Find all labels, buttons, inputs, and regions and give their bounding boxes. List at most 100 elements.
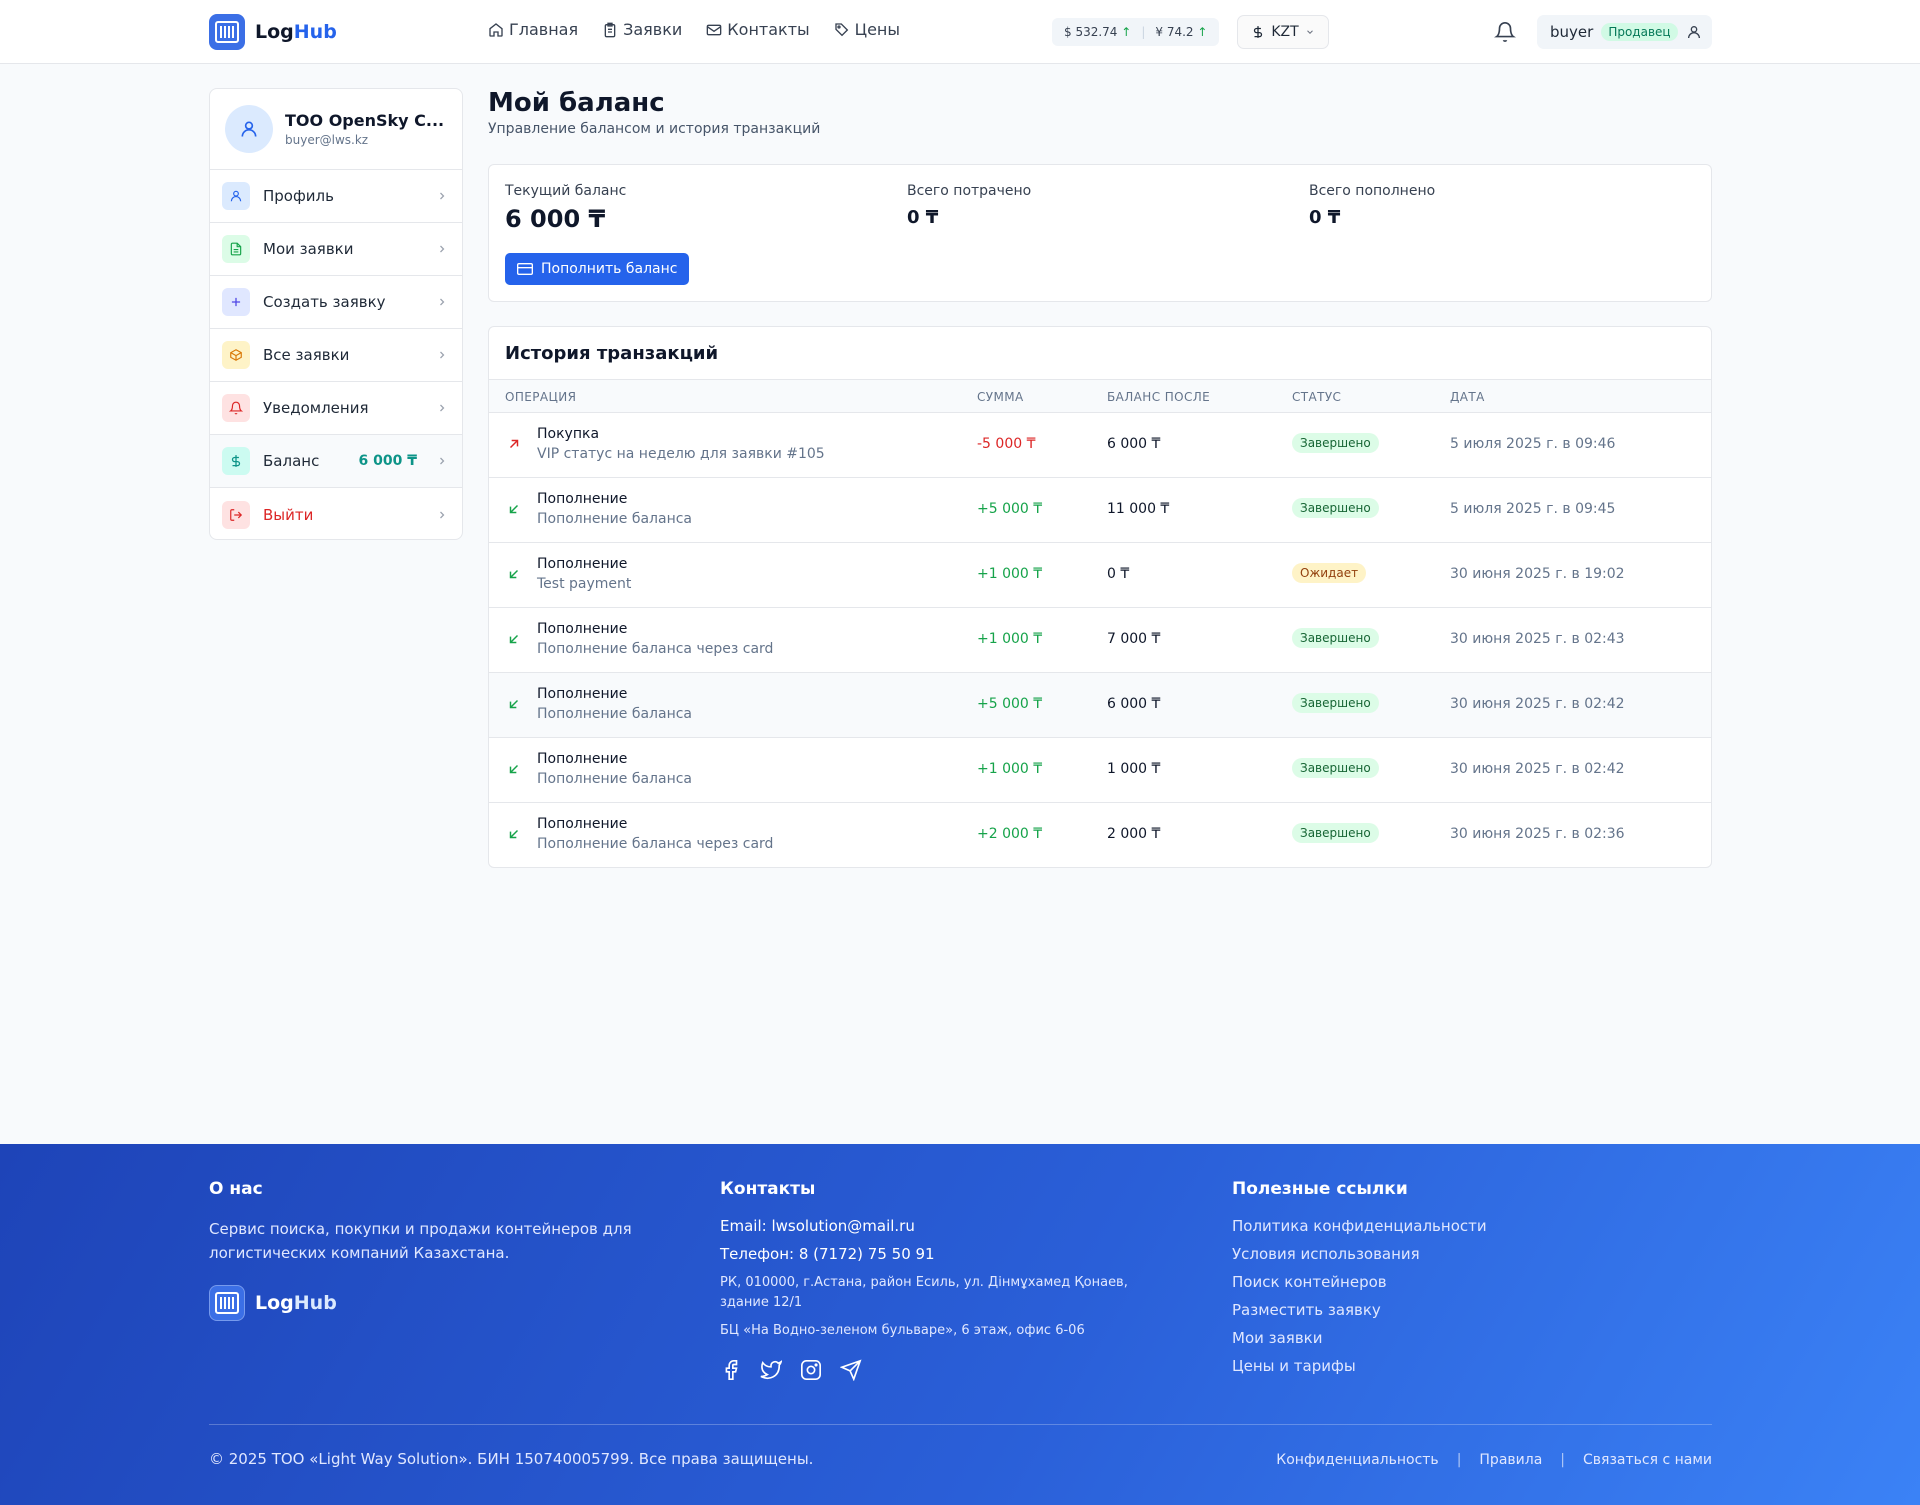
box-icon (222, 341, 250, 369)
operation-description: Test payment (537, 576, 632, 592)
user-icon (241, 121, 257, 137)
sidebar-item-label: Профиль (263, 187, 334, 205)
logo[interactable]: LogHub (209, 14, 337, 50)
date-cell: 5 июля 2025 г. в 09:45 (1450, 501, 1616, 517)
sidebar-item-notifications[interactable]: Уведомления (210, 382, 462, 435)
twitter-icon[interactable] (760, 1359, 782, 1381)
sidebar-item-balance[interactable]: Баланс 6 000 ₸ (210, 435, 462, 488)
footer-bottom-rules[interactable]: Правила (1479, 1452, 1542, 1468)
operation-description: VIP статус на неделю для заявки #105 (537, 446, 825, 462)
currency-value: KZT (1271, 24, 1299, 40)
operation-type: Пополнение (537, 686, 628, 702)
nav-home[interactable]: Главная (488, 20, 578, 39)
amount-cell: +1 000 ₸ (977, 631, 1043, 647)
footer-link-search[interactable]: Поиск контейнеров (1232, 1273, 1487, 1291)
date-cell: 30 июня 2025 г. в 02:42 (1450, 696, 1625, 712)
table-row[interactable]: Пополнение Пополнение баланса через card +… (489, 608, 1711, 673)
footer: О нас Сервис поиска, покупки и продажи к… (0, 1144, 1920, 1505)
footer-link-pricing[interactable]: Цены и тарифы (1232, 1357, 1487, 1375)
nav-home-label: Главная (509, 20, 579, 39)
mail-icon (706, 24, 722, 35)
operation-type: Покупка (537, 426, 600, 442)
operation-description: Пополнение баланса через card (537, 641, 774, 657)
user-menu[interactable]: buyer Продавец (1537, 15, 1712, 49)
operation-cell: Пополнение Test payment (537, 556, 631, 592)
table-row[interactable]: Пополнение Test payment +1 000 ₸ 0 ₸ Ожидает… (489, 543, 1711, 608)
total-spent-label: Всего потрачено (907, 183, 1032, 199)
tag-icon (834, 22, 848, 36)
footer-email[interactable]: Email: lwsolution@mail.ru (720, 1217, 1170, 1235)
sidebar-item-create-request[interactable]: Создать заявку (210, 276, 462, 329)
amount-cell: -5 000 ₸ (977, 436, 1036, 452)
container-logo-icon (209, 1285, 245, 1321)
cny-rate: ¥ 74.2 ↑ (1155, 25, 1208, 39)
col-amount: СУММА (977, 390, 1024, 404)
col-status: СТАТУС (1292, 390, 1342, 404)
table-row[interactable]: Пополнение Пополнение баланса +5 000 ₸ 11 0… (489, 478, 1711, 543)
chevron-down-icon (1306, 30, 1313, 34)
operation-description: Пополнение баланса (537, 771, 693, 787)
footer-contacts-title: Контакты (720, 1179, 816, 1199)
footer-bottom-privacy[interactable]: Конфиденциальность (1276, 1452, 1438, 1468)
col-operation: ОПЕРАЦИЯ (505, 390, 577, 404)
footer-link-my-requests[interactable]: Мои заявки (1232, 1329, 1487, 1347)
operation-cell: Покупка VIP статус на неделю для заявки #… (537, 426, 825, 462)
chevron-right-icon (440, 404, 445, 412)
current-balance-value: 6 000 ₸ (505, 205, 606, 233)
operation-cell: Пополнение Пополнение баланса (537, 491, 692, 527)
status-badge: Завершено (1292, 693, 1379, 713)
user-email: buyer@lws.kz (285, 133, 369, 147)
footer-bottom-contact[interactable]: Связаться с нами (1583, 1452, 1712, 1468)
nav-prices[interactable]: Цены (834, 20, 900, 39)
copyright: © 2025 ТОО «Light Way Solution». БИН 150… (209, 1450, 814, 1468)
footer-about-text: Сервис поиска, покупки и продажи контейн… (209, 1220, 632, 1262)
sidebar-item-my-requests[interactable]: Мои заявки (210, 223, 462, 276)
topup-balance-button[interactable]: Пополнить баланс (505, 253, 690, 285)
footer-phone[interactable]: Телефон: 8 (7172) 75 50 91 (720, 1245, 1170, 1263)
balance-after-cell: 0 ₸ (1107, 566, 1130, 582)
instagram-icon[interactable] (800, 1359, 822, 1381)
page-subtitle: Управление балансом и история транзакций (488, 121, 821, 137)
user-icon (222, 182, 250, 210)
telegram-icon[interactable] (840, 1359, 862, 1381)
history-title: История транзакций (505, 343, 719, 364)
operation-type: Пополнение (537, 621, 628, 637)
table-row[interactable]: Пополнение Пополнение баланса через card +… (489, 803, 1711, 867)
account-sidebar: ТОО OpenSky C... buyer@lws.kz Профиль Мо… (209, 88, 463, 540)
footer-about-title: О нас (209, 1179, 263, 1199)
total-topped: Всего пополнено 0 ₸ (1309, 183, 1435, 228)
top-header: LogHub Главная Заявки Контакты Цены $ 53… (0, 0, 1920, 64)
table-row[interactable]: Покупка VIP статус на неделю для заявки #… (489, 413, 1711, 478)
sidebar-item-profile[interactable]: Профиль (210, 170, 462, 223)
sidebar-item-logout[interactable]: Выйти (210, 488, 462, 539)
footer-link-post[interactable]: Разместить заявку (1232, 1301, 1487, 1319)
status-badge: Завершено (1292, 758, 1379, 778)
nav-requests-label: Заявки (623, 20, 683, 39)
chevron-right-icon (440, 245, 445, 253)
balance-summary-card: Текущий баланс 6 000 ₸ Всего потрачено 0… (488, 164, 1712, 302)
total-topped-value: 0 ₸ (1309, 207, 1341, 228)
arrow-down-left-icon (507, 502, 521, 516)
operation-description: Пополнение баланса (537, 706, 693, 722)
usd-rate: $ 532.74 ↑ (1064, 25, 1132, 39)
currency-select[interactable]: KZT (1237, 15, 1329, 49)
nav-requests[interactable]: Заявки (602, 20, 682, 39)
table-row[interactable]: Пополнение Пополнение баланса +5 000 ₸ 6 00… (489, 673, 1711, 738)
footer-useful-links: Полезные ссылки Политика конфиденциально… (1232, 1179, 1487, 1385)
facebook-icon[interactable] (720, 1359, 742, 1381)
balance-after-cell: 1 000 ₸ (1107, 761, 1161, 777)
nav-contacts[interactable]: Контакты (706, 20, 810, 39)
footer-link-terms[interactable]: Условия использования (1232, 1245, 1487, 1263)
notifications-button[interactable] (1494, 20, 1516, 44)
table-row[interactable]: Пополнение Пополнение баланса +1 000 ₸ 1 00… (489, 738, 1711, 803)
current-balance-label: Текущий баланс (505, 183, 627, 199)
page-title: Мой баланс (488, 88, 665, 118)
chevron-right-icon (440, 192, 445, 200)
logo-text: LogHub (255, 21, 337, 43)
arrow-down-left-icon (507, 762, 521, 776)
footer-link-privacy[interactable]: Политика конфиденциальности (1232, 1217, 1487, 1235)
transaction-history: История транзакций ОПЕРАЦИЯ СУММА БАЛАНС… (488, 326, 1712, 868)
footer-logo[interactable]: LogHub (209, 1285, 679, 1321)
chevron-right-icon (440, 298, 445, 306)
sidebar-item-all-requests[interactable]: Все заявки (210, 329, 462, 382)
